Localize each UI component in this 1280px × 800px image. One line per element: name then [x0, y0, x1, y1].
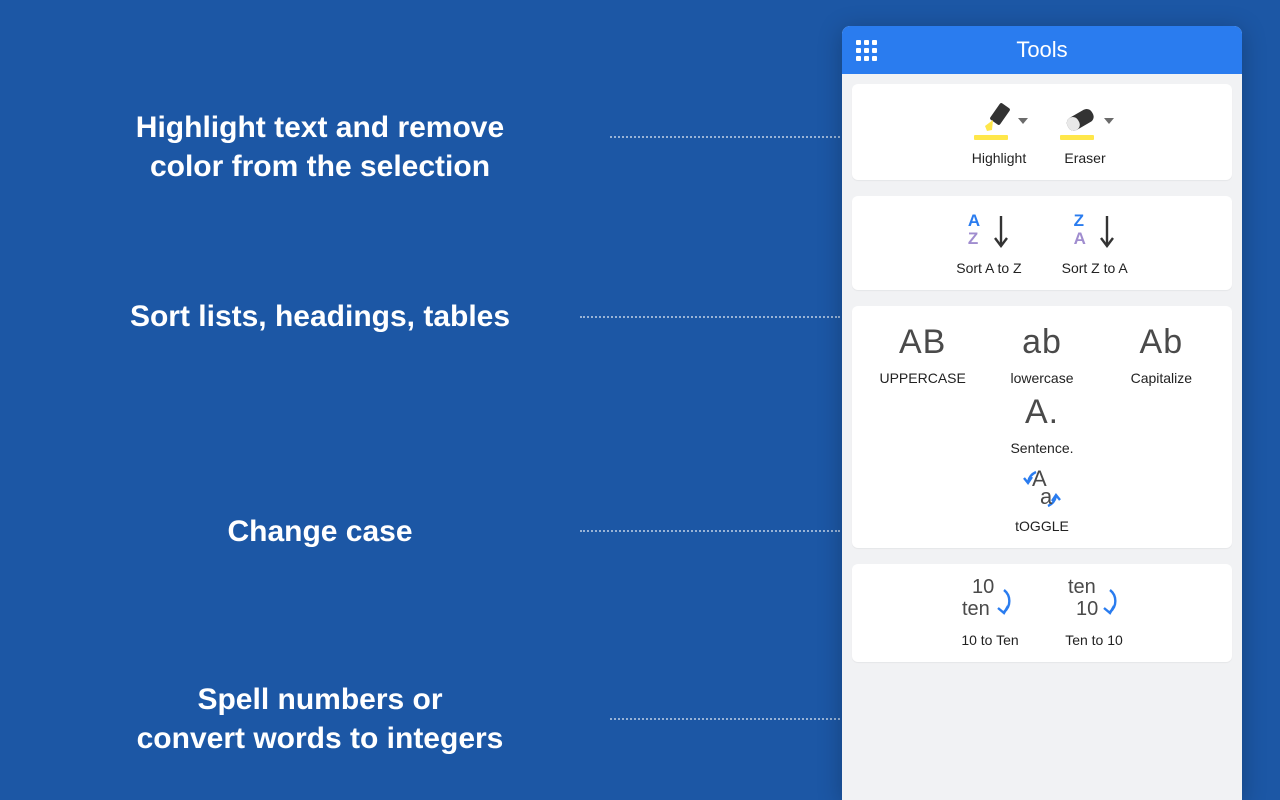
tool-label: Highlight: [972, 150, 1026, 166]
highlighter-icon: [970, 100, 1012, 142]
dropdown-caret-icon[interactable]: [1018, 118, 1028, 124]
connector-line: [580, 316, 840, 318]
feature-text: convert words to integers: [0, 719, 640, 758]
tool-label: Sentence.: [1010, 440, 1073, 456]
tool-label: lowercase: [1010, 370, 1073, 386]
toggle-case-tool[interactable]: A a tOGGLE: [1015, 468, 1069, 534]
word-to-number-tool[interactable]: ten 10 Ten to 10: [1062, 580, 1126, 648]
card-numbers: 10 ten 10 to Ten ten 10: [852, 564, 1232, 662]
card-sort: AZ Sort A to Z ZA: [852, 196, 1232, 290]
feature-text: Highlight text and remove: [0, 108, 640, 147]
feature-descriptions: Highlight text and remove color from the…: [0, 0, 680, 800]
eraser-icon: [1056, 100, 1098, 142]
uppercase-icon: AB: [899, 322, 946, 362]
feature-case: Change case: [0, 512, 640, 551]
tool-label: tOGGLE: [1015, 518, 1069, 534]
dropdown-caret-icon[interactable]: [1104, 118, 1114, 124]
capitalize-tool[interactable]: Ab Capitalize: [1105, 322, 1218, 386]
sentence-icon: A.: [1025, 392, 1059, 432]
connector-line: [610, 136, 840, 138]
tool-label: Ten to 10: [1065, 632, 1123, 648]
sort-az-icon: AZ: [966, 212, 1012, 252]
card-highlight: Highlight: [852, 84, 1232, 180]
panel-title: Tools: [842, 37, 1242, 63]
panel-header: Tools: [842, 26, 1242, 74]
feature-highlight: Highlight text and remove color from the…: [0, 108, 640, 186]
apps-menu-button[interactable]: [842, 26, 890, 74]
tools-panel: Tools Highlight: [842, 26, 1242, 800]
tool-label: UPPERCASE: [879, 370, 965, 386]
tool-label: Eraser: [1064, 150, 1105, 166]
ten-to-word-icon: 10 ten: [958, 580, 1022, 624]
capitalize-icon: Ab: [1140, 322, 1184, 362]
card-case: AB UPPERCASE ab lowercase Ab Capitalize …: [852, 306, 1232, 548]
sentence-case-tool[interactable]: A. Sentence.: [866, 392, 1218, 456]
tool-label: Sort Z to A: [1062, 260, 1128, 276]
tool-label: Capitalize: [1131, 370, 1192, 386]
spell-number-tool[interactable]: 10 ten 10 to Ten: [958, 580, 1022, 648]
feature-text: color from the selection: [0, 147, 640, 186]
feature-text: Spell numbers or: [0, 680, 640, 719]
connector-line: [610, 718, 840, 720]
tool-label: Sort A to Z: [956, 260, 1021, 276]
uppercase-tool[interactable]: AB UPPERCASE: [866, 322, 979, 386]
feature-text: Change case: [0, 512, 640, 551]
panel-body: Highlight: [842, 74, 1242, 662]
word-to-ten-icon: ten 10: [1062, 580, 1126, 624]
sort-az-tool[interactable]: AZ Sort A to Z: [956, 212, 1021, 276]
toggle-case-icon: A a: [1018, 468, 1066, 510]
sort-za-icon: ZA: [1072, 212, 1118, 252]
apps-grid-icon: [856, 40, 877, 61]
sort-za-tool[interactable]: ZA Sort Z to A: [1062, 212, 1128, 276]
feature-sort: Sort lists, headings, tables: [0, 297, 640, 336]
eraser-tool[interactable]: Eraser: [1056, 100, 1114, 166]
lowercase-icon: ab: [1022, 322, 1062, 362]
tool-label: 10 to Ten: [961, 632, 1018, 648]
feature-text: Sort lists, headings, tables: [0, 297, 640, 336]
lowercase-tool[interactable]: ab lowercase: [985, 322, 1098, 386]
feature-numbers: Spell numbers or convert words to intege…: [0, 680, 640, 758]
highlight-tool[interactable]: Highlight: [970, 100, 1028, 166]
connector-line: [580, 530, 840, 532]
